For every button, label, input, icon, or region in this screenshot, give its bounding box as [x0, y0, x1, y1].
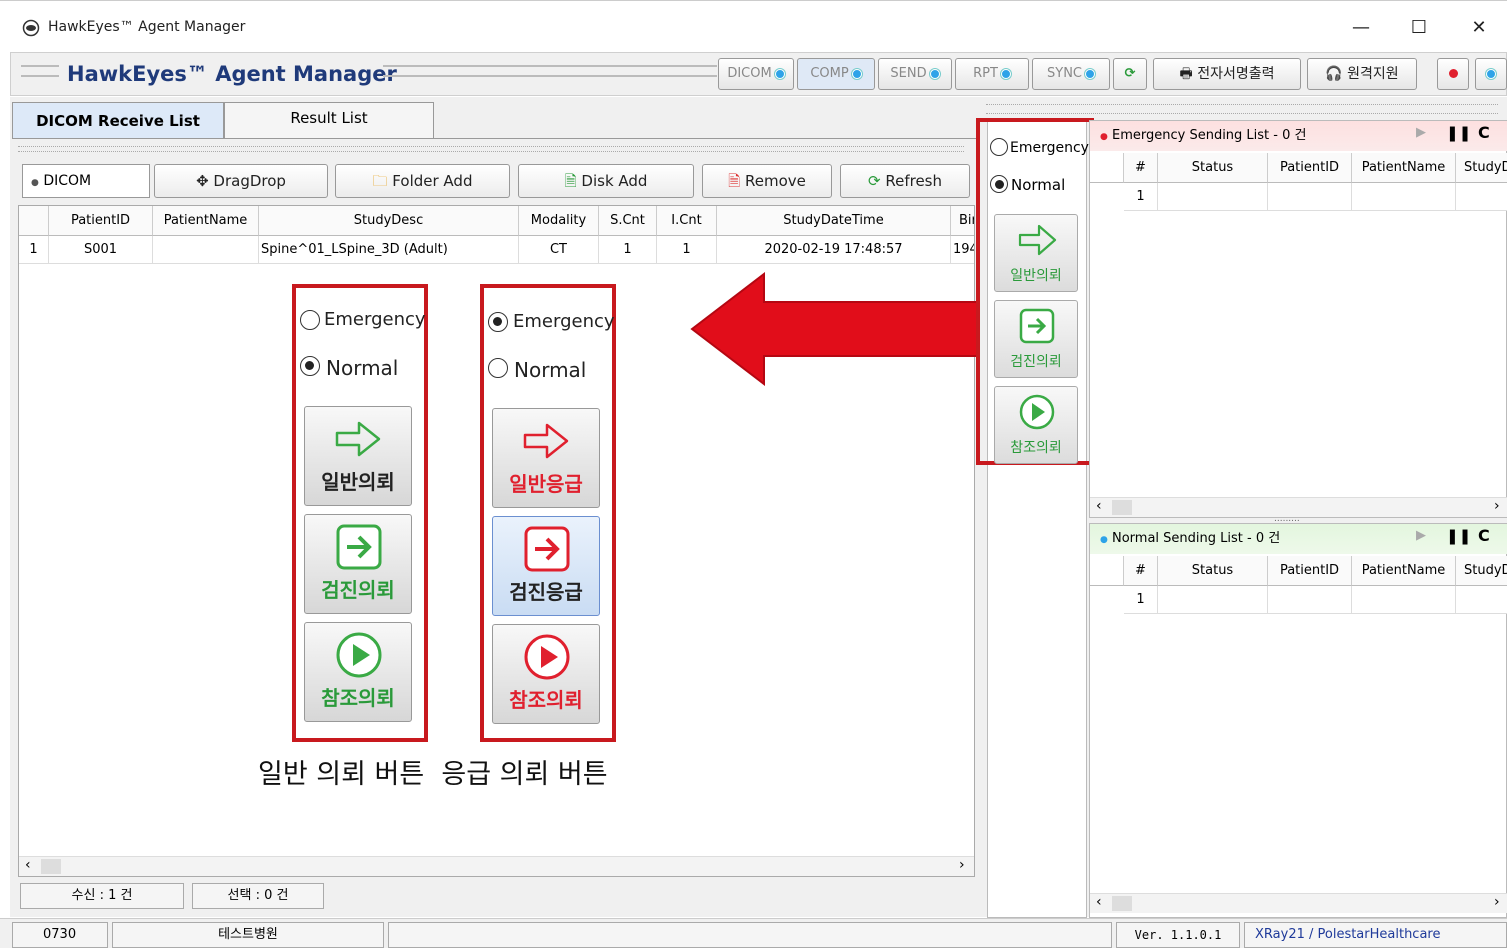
checkup-request-button[interactable]: 검진의뢰: [304, 514, 412, 614]
sync-icon: ⟳: [1124, 66, 1136, 81]
refresh-icon: ⟳: [868, 172, 886, 190]
horizontal-scrollbar[interactable]: ‹ ›: [19, 856, 974, 876]
arrow-box-icon: [524, 526, 570, 572]
status-dot-icon: [774, 68, 785, 79]
horizontal-scrollbar[interactable]: ‹ ›: [1090, 893, 1507, 913]
app-logo-icon: [22, 19, 40, 37]
col-scnt[interactable]: S.Cnt: [599, 206, 657, 236]
general-request-button[interactable]: 일반의뢰: [304, 406, 412, 506]
emergency-radio[interactable]: [990, 138, 1008, 156]
general-request-button[interactable]: 일반의뢰: [994, 214, 1078, 292]
sync-status-button[interactable]: SYNC: [1032, 58, 1110, 90]
minimize-button[interactable]: —: [1346, 15, 1376, 41]
play-icon: [1019, 394, 1055, 430]
play-icon[interactable]: ▶: [1416, 125, 1426, 140]
dicom-receive-indicator: ● DICOM Receive: [22, 164, 150, 223]
maximize-button[interactable]: ☐: [1404, 15, 1434, 41]
remove-button[interactable]: 🗎 Remove: [702, 164, 832, 198]
checkup-request-button[interactable]: 검진의뢰: [994, 300, 1078, 378]
headset-icon: 🎧: [1325, 66, 1348, 82]
col-patientname[interactable]: PatientName: [153, 206, 259, 236]
reference-request-button[interactable]: 참조의뢰: [994, 386, 1078, 464]
pause-icon[interactable]: ❚❚: [1446, 527, 1471, 545]
annotation-caption: 일반 의뢰 버튼 응급 의뢰 버튼: [258, 759, 608, 790]
emergency-radio[interactable]: [488, 312, 508, 332]
arrow-right-icon: [523, 423, 569, 459]
printer-icon: 🖶: [1179, 66, 1198, 82]
reference-request-button[interactable]: 참조의뢰: [304, 622, 412, 722]
close-button[interactable]: ✕: [1464, 15, 1494, 41]
side-panel-highlight: Emergency Normal 일반의뢰 검진의뢰 참조의뢰: [976, 118, 1094, 465]
normal-radio[interactable]: [488, 358, 508, 378]
sync-button[interactable]: ⟳: [1113, 58, 1147, 90]
tab-dicom-receive-list[interactable]: DICOM Receive List: [12, 102, 224, 138]
arrow-box-icon: [336, 524, 382, 570]
record-icon: [1448, 69, 1458, 78]
status-code: 0730: [12, 922, 108, 948]
pause-icon[interactable]: ❚❚: [1446, 124, 1471, 142]
remote-support-button[interactable]: 🎧 원격지원: [1307, 58, 1417, 90]
normal-sending-list: ● Normal Sending List - 0 건 ▶ ❚❚ C # Sta…: [1089, 523, 1507, 918]
normal-list-title: Normal Sending List - 0 건: [1112, 531, 1281, 546]
status-dot-icon: [1085, 68, 1095, 79]
play-icon: [336, 632, 382, 678]
status-company: XRay21 / PolestarHealthcare: [1244, 922, 1507, 948]
disk-add-icon: 🗎: [564, 172, 582, 190]
arrow-right-icon: [1018, 224, 1057, 256]
reload-icon[interactable]: C: [1478, 123, 1490, 142]
move-icon: ✥: [196, 172, 214, 190]
refresh-button[interactable]: ⟳ Refresh: [840, 164, 970, 198]
normal-radio[interactable]: [300, 356, 320, 376]
app-header: HawkEyes™ Agent Manager DICOM COMP SEND …: [10, 52, 1507, 96]
remove-icon: 🗎: [728, 172, 745, 190]
checkup-emergency-button[interactable]: 검진응급: [492, 516, 600, 616]
folder-add-button[interactable]: 🗀 Folder Add: [335, 164, 510, 198]
status-version: Ver. 1.1.0.1: [1116, 922, 1240, 948]
window-title: HawkEyes™ Agent Manager: [48, 19, 246, 35]
send-status-button[interactable]: SEND: [878, 58, 952, 90]
comp-status-button[interactable]: COMP: [797, 58, 875, 90]
play-icon: [524, 634, 570, 680]
window-titlebar: HawkEyes™ Agent Manager — ☐ ✕: [0, 0, 1507, 52]
status-button[interactable]: [1475, 58, 1507, 90]
callout-arrow-icon: [690, 272, 979, 386]
reload-icon[interactable]: C: [1478, 526, 1490, 545]
folder-add-icon: 🗀: [372, 172, 393, 190]
col-birth[interactable]: Birt: [951, 206, 974, 236]
play-icon[interactable]: ▶: [1416, 528, 1426, 543]
general-emergency-button[interactable]: 일반응급: [492, 408, 600, 508]
tab-result-list[interactable]: Result List: [224, 102, 434, 138]
emergency-sending-list: ● Emergency Sending List - 0 건 ▶ ❚❚ C # …: [1089, 120, 1507, 518]
received-count: 수신 : 1 건: [20, 883, 184, 909]
emergency-radio[interactable]: [300, 310, 320, 330]
col-studydatetime[interactable]: StudyDateTime: [717, 206, 951, 236]
emergency-request-panel-callout: Emergency Normal 일반응급 검진응급 참조의뢰: [480, 284, 616, 742]
status-hospital: 테스트병원: [112, 922, 384, 948]
app-title: HawkEyes™ Agent Manager: [67, 62, 397, 86]
rpt-status-button[interactable]: RPT: [955, 58, 1029, 90]
normal-request-panel-callout: Emergency Normal 일반의뢰 검진의뢰 참조의뢰: [292, 284, 428, 742]
col-modality[interactable]: Modality: [519, 206, 599, 236]
status-dot-icon: [851, 68, 862, 79]
print-signature-button[interactable]: 🖶 전자서명출력: [1153, 58, 1301, 90]
selected-count: 선택 : 0 건: [192, 883, 324, 909]
disk-add-button[interactable]: 🗎 Disk Add: [518, 164, 694, 198]
dragdrop-button[interactable]: ✥ DragDrop: [154, 164, 328, 198]
col-icnt[interactable]: I.Cnt: [657, 206, 717, 236]
normal-radio[interactable]: [990, 175, 1008, 193]
status-dot-icon: [1000, 68, 1011, 79]
arrow-right-icon: [335, 421, 381, 457]
status-dot-icon: [929, 68, 940, 79]
arrow-box-icon: [1019, 308, 1055, 344]
col-patientid[interactable]: PatientID: [49, 206, 153, 236]
col-studydesc[interactable]: StudyDesc: [259, 206, 519, 236]
dicom-status-button[interactable]: DICOM: [718, 58, 794, 90]
reference-emergency-button[interactable]: 참조의뢰: [492, 624, 600, 724]
emergency-list-title: Emergency Sending List - 0 건: [1112, 128, 1307, 143]
record-button[interactable]: [1437, 58, 1469, 90]
status-dot-icon: [1486, 68, 1496, 79]
